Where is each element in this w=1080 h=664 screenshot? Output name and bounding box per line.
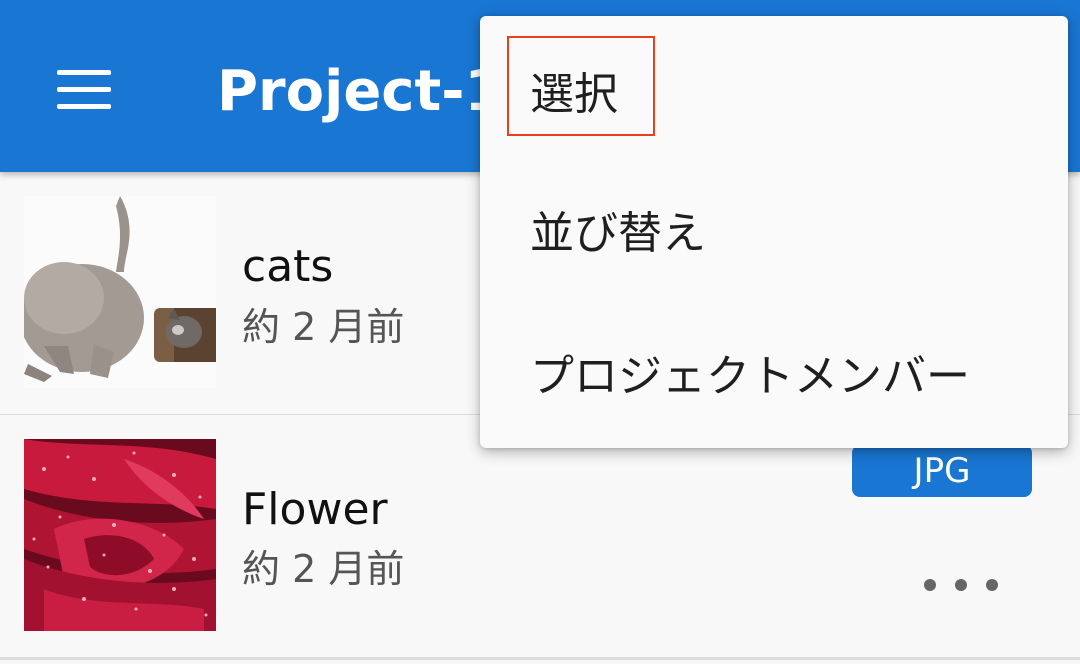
item-timestamp: 約 2 月前 bbox=[242, 547, 405, 591]
rose-thumbnail bbox=[24, 439, 216, 631]
more-options-button[interactable] bbox=[916, 565, 1006, 605]
menu-item-sort[interactable]: 並び替え bbox=[480, 162, 1068, 302]
item-title: Flower bbox=[242, 484, 388, 535]
menu-item-select[interactable]: 選択 bbox=[480, 22, 1068, 162]
kitten-thumbnail bbox=[24, 196, 216, 388]
menu-item-label: 並び替え bbox=[530, 208, 706, 259]
menu-item-project-members[interactable]: プロジェクトメンバー bbox=[480, 302, 1068, 442]
file-type-badge: JPG bbox=[852, 445, 1032, 497]
hamburger-menu-icon bbox=[57, 70, 111, 110]
item-title: cats bbox=[242, 241, 334, 292]
overflow-menu: 選択 並び替え プロジェクトメンバー bbox=[480, 16, 1068, 448]
more-horizontal-icon bbox=[924, 579, 936, 591]
item-timestamp: 約 2 月前 bbox=[242, 305, 405, 349]
screen: Project-1 cats 約 2 月前 Flower 約 2 月前 JPG … bbox=[0, 0, 1080, 664]
list-item[interactable]: Flower 約 2 月前 JPG bbox=[0, 415, 1080, 660]
menu-item-label: 選択 bbox=[530, 69, 618, 120]
menu-button[interactable] bbox=[44, 50, 124, 130]
page-title: Project-1 bbox=[217, 59, 504, 124]
menu-item-label: プロジェクトメンバー bbox=[530, 351, 970, 402]
